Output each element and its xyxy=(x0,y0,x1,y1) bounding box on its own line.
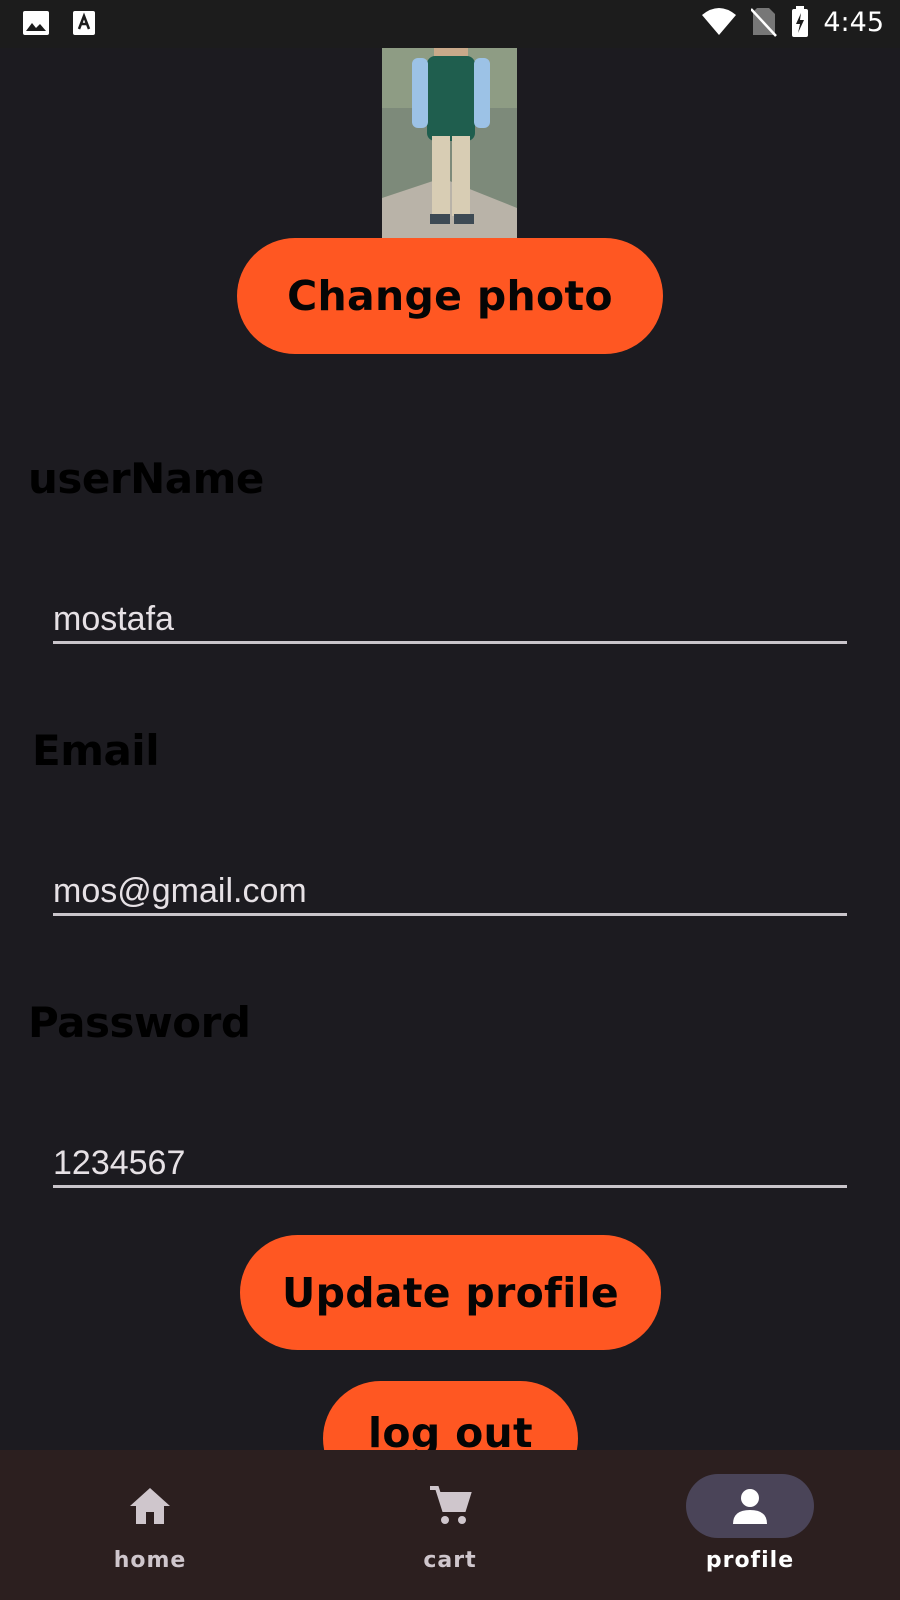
nav-label-cart: cart xyxy=(423,1548,477,1573)
update-profile-button[interactable]: Update profile xyxy=(240,1235,661,1350)
email-label: Email xyxy=(32,726,160,775)
status-bar: 4:45 xyxy=(0,0,900,48)
no-sim-icon xyxy=(751,7,778,37)
clock: 4:45 xyxy=(823,6,884,38)
cart-icon xyxy=(386,1474,514,1538)
password-field[interactable] xyxy=(53,1141,847,1188)
battery-charging-icon xyxy=(791,6,809,38)
text-a-icon xyxy=(72,10,96,36)
email-field[interactable] xyxy=(53,869,847,916)
profile-photo xyxy=(382,48,517,238)
password-label: Password xyxy=(28,998,251,1047)
bottom-navigation: home cart profile xyxy=(0,1450,900,1600)
image-icon xyxy=(22,10,50,36)
nav-label-home: home xyxy=(113,1548,187,1573)
username-field[interactable] xyxy=(53,597,847,644)
wifi-icon xyxy=(701,7,737,37)
username-label: userName xyxy=(28,454,264,503)
person-icon xyxy=(686,1474,814,1538)
nav-item-home[interactable]: home xyxy=(0,1450,300,1600)
home-icon xyxy=(86,1474,214,1538)
nav-label-profile: profile xyxy=(705,1548,795,1573)
change-photo-button[interactable]: Change photo xyxy=(237,238,663,354)
nav-item-cart[interactable]: cart xyxy=(300,1450,600,1600)
nav-item-profile[interactable]: profile xyxy=(600,1450,900,1600)
